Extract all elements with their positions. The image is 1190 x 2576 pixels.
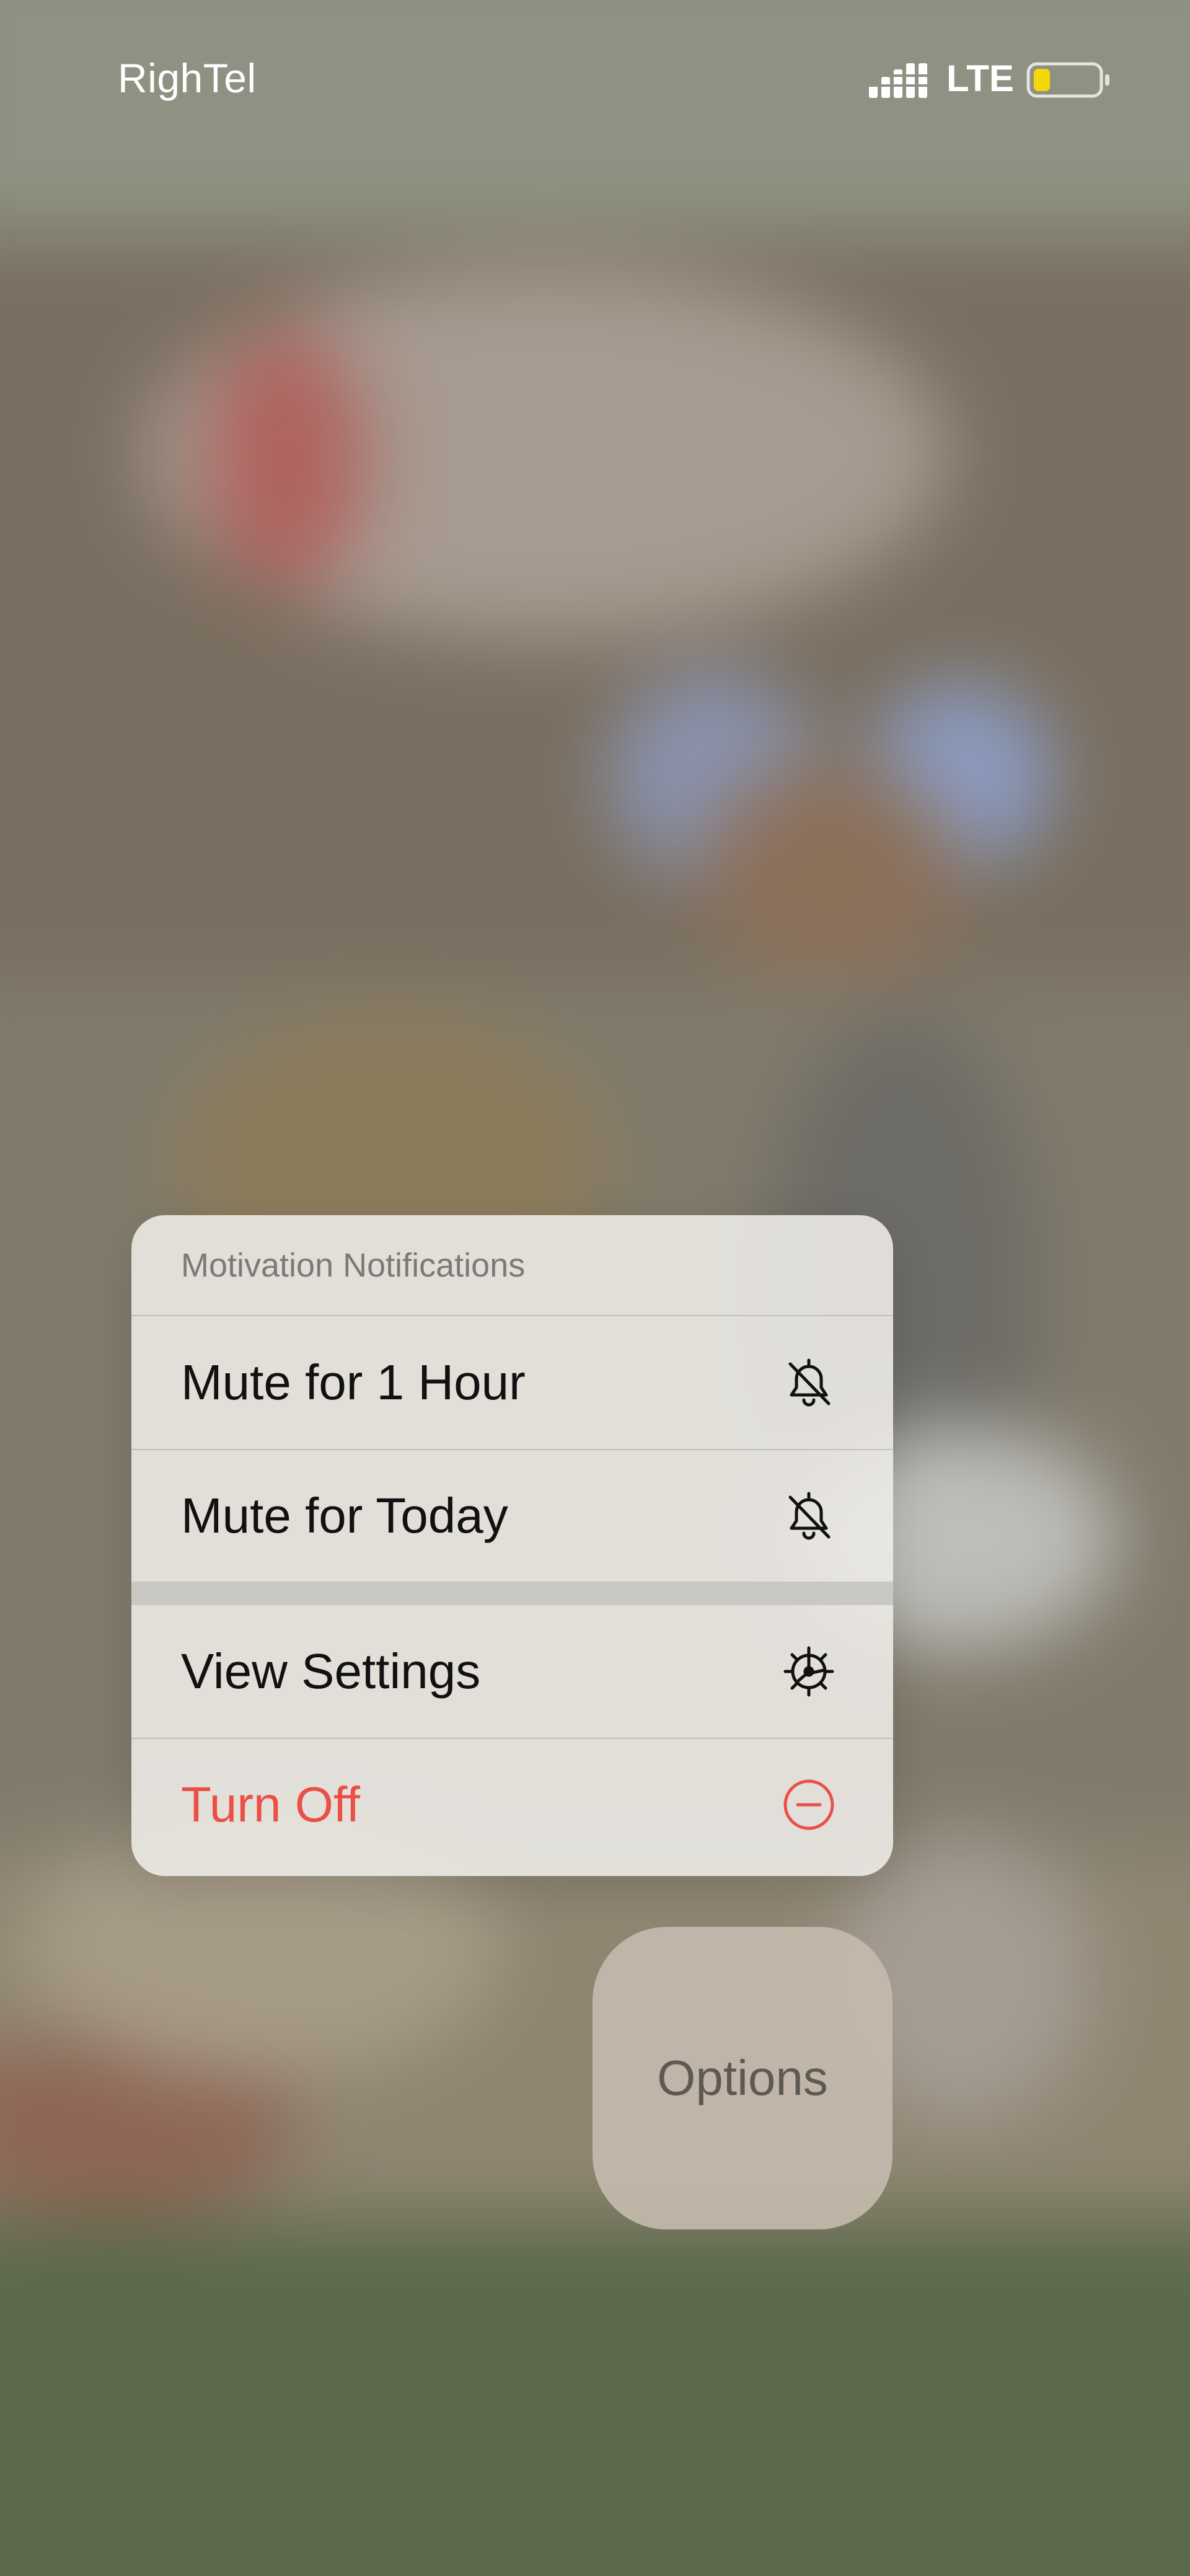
bell-slash-icon — [779, 1353, 839, 1412]
notification-context-menu: Motivation Notifications Mute for 1 Hour… — [131, 1215, 893, 1876]
mute-today-item[interactable]: Mute for Today — [131, 1449, 893, 1582]
menu-item-label: Mute for Today — [181, 1488, 508, 1543]
carrier-name: RighTel — [118, 55, 257, 101]
gear-icon — [779, 1642, 839, 1701]
menu-title: Motivation Notifications — [131, 1215, 893, 1316]
bell-slash-icon — [779, 1486, 839, 1546]
minus-circle-icon — [779, 1775, 839, 1835]
status-bar: RighTel LTE — [0, 0, 1190, 161]
view-settings-item[interactable]: View Settings — [131, 1605, 893, 1738]
menu-item-label: View Settings — [181, 1644, 481, 1699]
network-type: LTE — [946, 58, 1014, 99]
options-label: Options — [657, 2050, 828, 2105]
signal-bars-icon — [869, 63, 927, 98]
battery-icon — [1026, 62, 1109, 98]
menu-item-label: Turn Off — [181, 1777, 360, 1832]
menu-item-label: Mute for 1 Hour — [181, 1355, 526, 1410]
options-button[interactable]: Options — [593, 1927, 892, 2229]
mute-1-hour-item[interactable]: Mute for 1 Hour — [131, 1316, 893, 1449]
turn-off-item[interactable]: Turn Off — [131, 1738, 893, 1870]
menu-group-separator — [131, 1582, 893, 1605]
